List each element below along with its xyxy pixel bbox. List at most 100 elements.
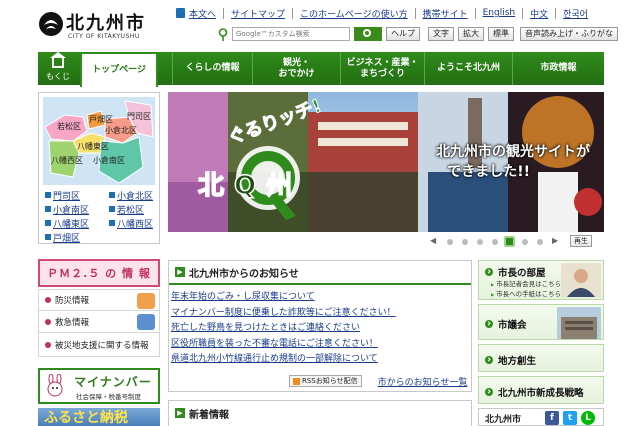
news-list: 年末年始のごみ・し尿収集について マイナンバー制度に便乗した詐欺等にご注意くださ…: [169, 285, 471, 368]
news-footer: RSSお知らせ配信 市からのお知らせ一覧: [289, 374, 469, 388]
growth-strategy-box[interactable]: 北九州市新成長戦略: [478, 376, 604, 404]
map-label: 八幡西区: [51, 155, 83, 165]
link-english[interactable]: English: [483, 8, 516, 18]
mayor-letter-link[interactable]: 市長への手紙はこちら: [491, 288, 561, 298]
facebook-icon[interactable]: f: [545, 411, 559, 425]
disaster-info-link[interactable]: 防災情報: [38, 289, 160, 311]
ward-map: 若松区 戸畑区 門司区 小倉北区 八幡東区 八幡西区 小倉南区 門司区 小倉北区…: [38, 92, 160, 244]
ward-link-tobata[interactable]: 戸畑区: [45, 231, 80, 244]
disaster-support-label: 被災地支援に関する情報: [55, 340, 149, 351]
tab-welcome[interactable]: ようこそ北九州: [424, 52, 512, 85]
chevron-circle-icon: [485, 320, 493, 328]
link-mobile-site[interactable]: 携帯サイト: [423, 7, 468, 20]
regional-revitalization-title: 地方創生: [485, 353, 536, 367]
slider-dot[interactable]: [492, 239, 498, 245]
news-item[interactable]: 死亡した野鳥を見つけたときはご連絡ください: [171, 321, 471, 337]
voice-reader-button[interactable]: 音声読み上げ・ふりがな: [520, 27, 618, 41]
tab-tourism[interactable]: 観光・ おでかけ: [252, 52, 340, 85]
news-item[interactable]: マイナンバー制度に便乗した詐欺等にご注意ください！: [171, 306, 471, 322]
mayor-press-link[interactable]: 市長記者会見はこちら: [491, 278, 561, 288]
chevron-circle-icon: [485, 388, 493, 396]
emergency-info-link[interactable]: 救急情報: [38, 311, 160, 333]
news-item[interactable]: 年末年始のごみ・し尿収集について: [171, 290, 471, 306]
help-button[interactable]: ヘルプ: [386, 27, 420, 41]
map-label: 小倉南区: [93, 155, 125, 165]
line-icon[interactable]: L: [581, 411, 595, 425]
chevron-circle-icon: [485, 356, 493, 364]
location-pin-icon: [218, 27, 228, 41]
slider-dot-active[interactable]: [504, 236, 515, 247]
city-news-header: ▶ 北九州市からのお知らせ: [169, 261, 471, 285]
tab-living[interactable]: くらしの情報: [172, 52, 252, 85]
logo-title: 北九州市: [66, 13, 146, 34]
new-info-title: 新着情報: [189, 409, 229, 421]
rss-button[interactable]: RSSお知らせ配信: [289, 375, 362, 387]
slider-play-button[interactable]: 再生: [570, 235, 592, 247]
ambulance-icon: [137, 314, 155, 330]
rss-label: RSSお知らせ配信: [302, 377, 358, 385]
zoom-in-button[interactable]: 拡大: [458, 27, 484, 41]
bullet-icon: [45, 341, 51, 348]
map-label: 戸畑区: [89, 115, 113, 124]
chevron-right-icon: ▶: [175, 408, 185, 418]
slider-next-icon[interactable]: ▶: [552, 236, 558, 245]
document-icon: [176, 8, 185, 18]
ward-link-moji[interactable]: 門司区: [45, 189, 80, 202]
hero-logo-text-2: 北Q州: [198, 171, 302, 201]
furusato-tax-banner[interactable]: ふるさと納税: [38, 408, 160, 426]
link-sitemap[interactable]: サイトマップ: [231, 7, 285, 20]
divider: [555, 7, 557, 19]
utility-links: 本文へ サイトマップ このホームページの使い方 携帯サイト English 中文…: [176, 6, 636, 20]
ward-link-kokuraminami[interactable]: 小倉南区: [45, 203, 89, 216]
link-chinese[interactable]: 中文: [530, 7, 548, 20]
ward-link-kokurakita[interactable]: 小倉北区: [109, 189, 153, 202]
slider-dot[interactable]: [462, 239, 468, 245]
pm25-info-button[interactable]: ＰＭ２.５ の 情 報: [38, 259, 160, 287]
sns-city-label: 北九州市: [485, 415, 522, 425]
site-logo[interactable]: 北九州市 CITY OF KITAKYUSHU: [38, 9, 158, 45]
slider-dot[interactable]: [477, 239, 483, 245]
nav-index-label: もくじ: [46, 72, 70, 81]
link-korean[interactable]: 한국어: [563, 7, 588, 20]
link-how-to-use[interactable]: このホームページの使い方: [300, 7, 408, 20]
news-item[interactable]: 区役所職員を装った不審な電話にご注意ください！: [171, 337, 471, 353]
search-input[interactable]: [232, 27, 350, 41]
bullet-icon: [45, 297, 51, 303]
map-label: 八幡東区: [77, 141, 109, 151]
tab-city-government[interactable]: 市政情報: [512, 52, 604, 85]
news-item[interactable]: 県道北九州小竹線通行止め規制の一部解除について: [171, 352, 471, 368]
ward-map-image[interactable]: 若松区 戸畑区 門司区 小倉北区 八幡東区 八幡西区 小倉南区: [43, 97, 155, 185]
tab-business[interactable]: ビジネス・産業・ まちづくり: [340, 52, 424, 85]
map-label: 若松区: [57, 121, 81, 131]
news-list-link[interactable]: 市からのお知らせ一覧: [378, 375, 468, 388]
regional-revitalization-box[interactable]: 地方創生: [478, 344, 604, 372]
slider-dot[interactable]: [537, 239, 543, 245]
link-skip-to-content[interactable]: 本文へ: [189, 7, 216, 20]
divider: [292, 7, 294, 19]
ward-link-yahatanishi[interactable]: 八幡西区: [109, 217, 153, 230]
slider-dot[interactable]: [447, 239, 453, 245]
mayor-room-title: 市長の部屋: [485, 265, 546, 279]
rss-icon: [293, 377, 300, 385]
mayor-room-box[interactable]: 市長の部屋 市長記者会見はこちら 市長への手紙はこちら: [478, 260, 604, 300]
city-council-box[interactable]: 市議会: [478, 304, 604, 340]
search-button[interactable]: [354, 27, 382, 41]
ward-link-wakamatsu[interactable]: 若松区: [109, 203, 144, 216]
mynumber-banner[interactable]: マイナンバー 社会保障・税番号制度: [38, 368, 160, 404]
twitter-icon[interactable]: t: [563, 411, 577, 425]
nav-index[interactable]: もくじ: [38, 52, 78, 85]
slider-prev-icon[interactable]: ◀: [430, 236, 436, 245]
disaster-support-link[interactable]: 被災地支援に関する情報: [38, 333, 160, 357]
slider-dot[interactable]: [522, 239, 528, 245]
tab-top-page[interactable]: トップページ: [80, 52, 158, 87]
divider: [474, 7, 476, 19]
home-icon: [50, 52, 66, 68]
ward-link-yahatahigashi[interactable]: 八幡東区: [45, 217, 89, 230]
standard-size-button[interactable]: 標準: [488, 27, 514, 41]
mayor-photo: [561, 263, 601, 297]
divider: [522, 7, 524, 19]
mynumber-mascot-icon: [47, 374, 63, 397]
new-info-header: ▶ 新着情報: [169, 401, 471, 425]
disaster-icon: [137, 293, 155, 309]
hero-slider[interactable]: ぐるりッチ! 北Q州 北九州市の観光サイトが できました!!: [168, 92, 604, 232]
